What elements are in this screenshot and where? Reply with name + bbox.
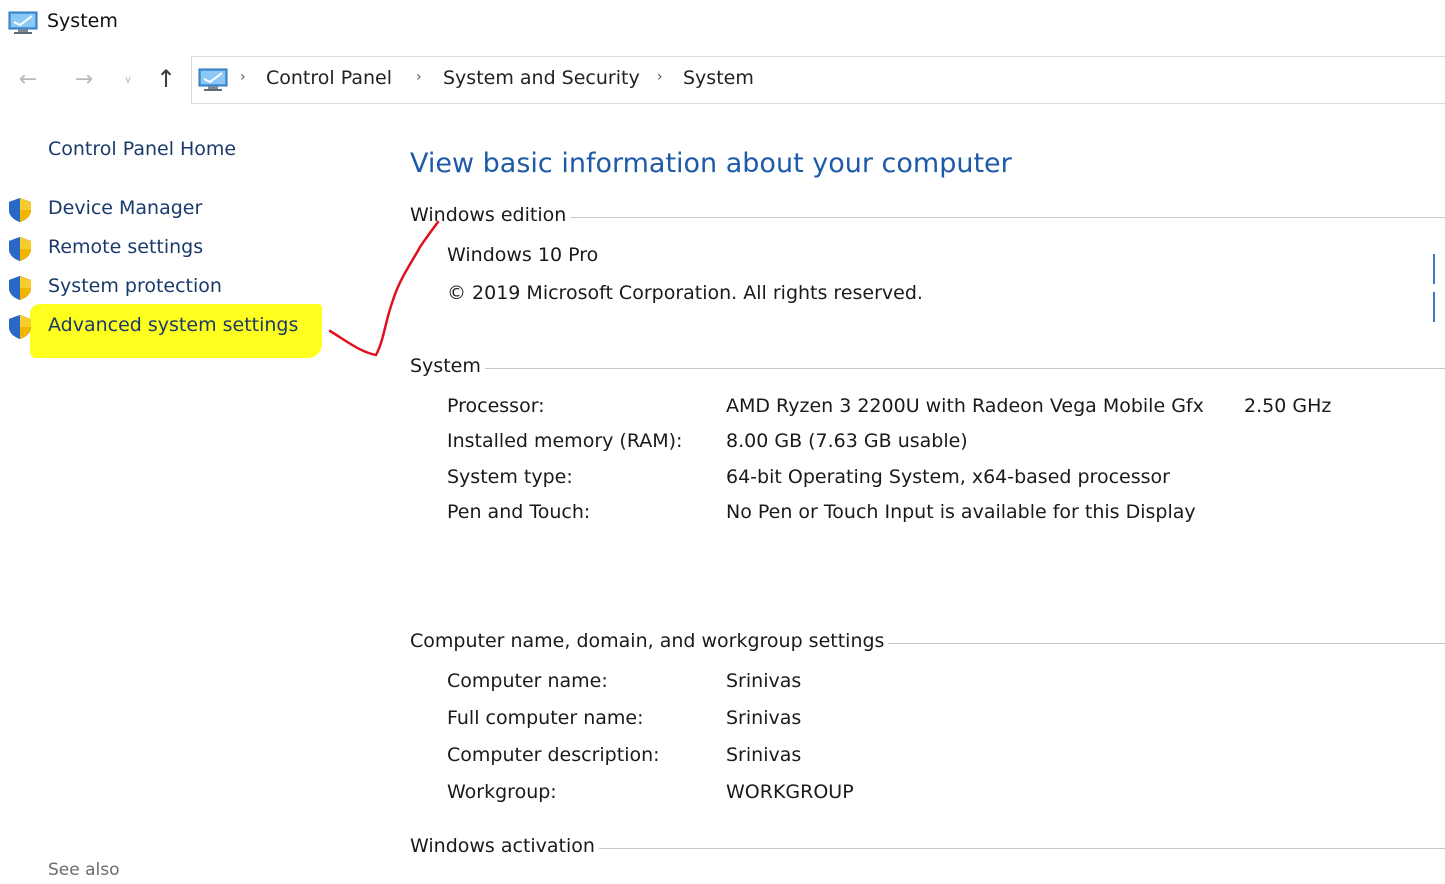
- workgroup-label: Workgroup:: [447, 781, 557, 803]
- memory-label: Installed memory (RAM):: [447, 430, 683, 452]
- see-also-heading: See also: [48, 860, 120, 880]
- pen-touch-value: No Pen or Touch Input is available for t…: [726, 501, 1196, 523]
- memory-value: 8.00 GB (7.63 GB usable): [726, 430, 968, 452]
- scroll-indicator: [1433, 254, 1436, 324]
- group-title: Windows edition: [410, 204, 571, 226]
- system-type-value: 64-bit Operating System, x64-based proce…: [726, 466, 1170, 488]
- system-type-label: System type:: [447, 466, 573, 488]
- breadcrumb-system[interactable]: System: [683, 67, 754, 89]
- group-title: System: [410, 355, 485, 377]
- breadcrumb-separator-icon[interactable]: ›: [416, 69, 422, 85]
- back-arrow-icon[interactable]: ←: [12, 62, 44, 96]
- window-title: System: [47, 10, 118, 32]
- pen-touch-label: Pen and Touch:: [447, 501, 591, 523]
- windows-activation-group: Windows activation: [410, 835, 1445, 861]
- left-pane: Control Panel Home Device Manager Remote…: [0, 104, 380, 884]
- task-label: System protection: [48, 275, 222, 297]
- full-computer-name-label: Full computer name:: [447, 707, 644, 729]
- address-bar[interactable]: › Control Panel › System and Security › …: [191, 56, 1445, 104]
- shield-icon: [9, 276, 31, 300]
- group-title: Windows activation: [410, 835, 599, 857]
- full-computer-name-value: Srinivas: [726, 707, 802, 729]
- task-device-manager[interactable]: Device Manager: [0, 192, 340, 226]
- computer-name-label: Computer name:: [447, 670, 608, 692]
- computer-icon: [8, 11, 38, 34]
- page-title: View basic information about your comput…: [410, 148, 1012, 179]
- computer-description-label: Computer description:: [447, 744, 660, 766]
- breadcrumb-control-panel[interactable]: Control Panel: [266, 67, 392, 89]
- shield-icon: [9, 237, 31, 261]
- group-title: Computer name, domain, and workgroup set…: [410, 630, 889, 652]
- forward-arrow-icon[interactable]: →: [68, 62, 100, 96]
- main-pane: View basic information about your comput…: [380, 104, 1445, 884]
- shield-icon: [9, 315, 31, 339]
- task-advanced-system-settings[interactable]: Advanced system settings: [0, 309, 340, 343]
- title-bar: System: [0, 0, 1445, 46]
- recent-locations-chevron-icon[interactable]: ∨: [112, 62, 144, 96]
- computer-name-value: Srinivas: [726, 670, 802, 692]
- task-label: Remote settings: [48, 236, 204, 258]
- breadcrumb-system-and-security[interactable]: System and Security: [443, 67, 640, 89]
- up-arrow-icon[interactable]: ↑: [150, 62, 182, 96]
- copyright-text: © 2019 Microsoft Corporation. All rights…: [447, 282, 923, 304]
- task-system-protection[interactable]: System protection: [0, 270, 340, 304]
- workgroup-value: WORKGROUP: [726, 781, 854, 803]
- windows-edition-group: Windows edition: [410, 204, 1445, 230]
- task-remote-settings[interactable]: Remote settings: [0, 231, 340, 265]
- task-label: Device Manager: [48, 197, 203, 219]
- computer-icon: [198, 68, 228, 91]
- processor-value: AMD Ryzen 3 2200U with Radeon Vega Mobil…: [726, 395, 1204, 417]
- processor-speed: 2.50 GHz: [1244, 395, 1332, 417]
- system-group: System: [410, 355, 1445, 381]
- control-panel-home-link[interactable]: Control Panel Home: [48, 138, 236, 160]
- breadcrumb-separator-icon[interactable]: ›: [240, 69, 246, 85]
- shield-icon: [9, 198, 31, 222]
- computer-description-value: Srinivas: [726, 744, 802, 766]
- windows-edition-name: Windows 10 Pro: [447, 244, 599, 266]
- processor-label: Processor:: [447, 395, 545, 417]
- breadcrumb-separator-icon[interactable]: ›: [657, 69, 663, 85]
- navigation-bar: ← → ∨ ↑ › Control Panel › System and Sec…: [0, 56, 1445, 104]
- computer-name-group: Computer name, domain, and workgroup set…: [410, 630, 1445, 656]
- task-label: Advanced system settings: [48, 314, 299, 336]
